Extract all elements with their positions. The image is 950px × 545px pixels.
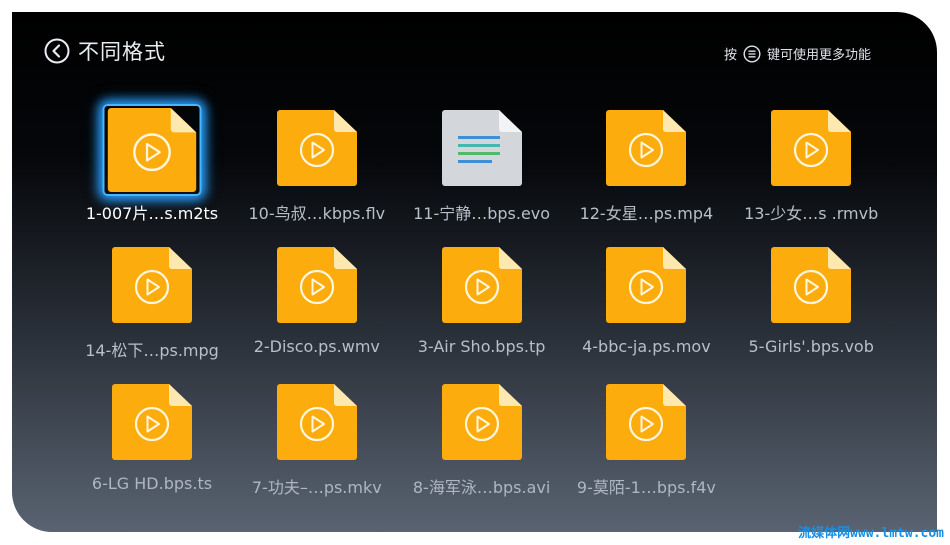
file-name: 8-海军泳…bps.avi xyxy=(412,478,551,497)
video-file-icon xyxy=(276,110,357,186)
file-item[interactable]: 7-功夫–…ps.mkv xyxy=(235,378,399,508)
file-name: 4-bbc-ja.ps.mov xyxy=(582,337,711,356)
video-file-icon xyxy=(606,110,687,186)
page-title: 不同格式 xyxy=(78,40,166,64)
file-item[interactable]: 9-莫陌-1…bps.f4v xyxy=(564,378,728,508)
video-file-icon xyxy=(441,384,522,460)
file-item[interactable]: 14-松下…ps.mpg xyxy=(70,241,234,371)
file-name: 2-Disco.ps.wmv xyxy=(253,337,380,356)
file-item[interactable]: 5-Girls'.bps.vob xyxy=(729,241,893,371)
video-file-icon xyxy=(606,247,687,323)
file-item[interactable]: 2-Disco.ps.wmv xyxy=(235,241,399,371)
file-item[interactable]: 3-Air Sho.bps.tp xyxy=(400,241,564,371)
file-name: 5-Girls'.bps.vob xyxy=(748,337,874,356)
file-name: 12-女星…ps.mp4 xyxy=(579,204,714,223)
video-file-icon xyxy=(441,247,522,323)
file-item[interactable]: 11-宁静…bps.evo xyxy=(400,104,564,234)
hint-prefix: 按 xyxy=(723,48,737,63)
menu-hint: 按 键可使用更多功能 xyxy=(724,44,871,63)
video-file-icon xyxy=(276,384,357,460)
file-name: 13-少女…s .rmvb xyxy=(744,204,879,223)
menu-key-icon xyxy=(743,44,761,63)
file-item[interactable]: 1-007片…s.m2ts xyxy=(70,104,234,234)
video-file-icon xyxy=(771,110,852,186)
video-file-icon xyxy=(276,247,357,323)
video-file-icon xyxy=(771,247,852,323)
file-item[interactable]: 4-bbc-ja.ps.mov xyxy=(564,241,728,371)
document-file-icon xyxy=(441,110,522,186)
file-item[interactable]: 8-海军泳…bps.avi xyxy=(400,378,564,508)
file-name: 7-功夫–…ps.mkv xyxy=(251,478,382,497)
file-item[interactable]: 6-LG HD.bps.ts xyxy=(70,378,234,508)
back-icon[interactable] xyxy=(44,38,70,64)
file-item[interactable]: 10-鸟叔…kbps.flv xyxy=(235,104,399,234)
file-name: 6-LG HD.bps.ts xyxy=(91,474,213,493)
file-item[interactable]: 13-少女…s .rmvb xyxy=(729,104,893,234)
video-file-icon xyxy=(112,247,192,323)
video-file-icon xyxy=(606,384,687,460)
file-name: 3-Air Sho.bps.tp xyxy=(417,337,546,356)
file-name: 1-007片…s.m2ts xyxy=(85,204,219,223)
file-name: 11-宁静…bps.evo xyxy=(413,204,551,223)
hint-suffix: 键可使用更多功能 xyxy=(766,48,871,63)
file-name: 14-松下…ps.mpg xyxy=(85,341,219,360)
file-browser-screen: 不同格式 按 键可使用更多功能 1-007片…s.m2ts 10-鸟叔…kbps.… xyxy=(12,12,937,532)
file-name: 9-莫陌-1…bps.f4v xyxy=(576,478,716,497)
video-file-icon xyxy=(112,384,192,460)
watermark: 流媒体网www.lmtw.com xyxy=(798,526,944,541)
file-name: 10-鸟叔…kbps.flv xyxy=(248,204,386,223)
video-file-icon xyxy=(107,108,197,192)
file-item[interactable]: 12-女星…ps.mp4 xyxy=(564,104,728,234)
